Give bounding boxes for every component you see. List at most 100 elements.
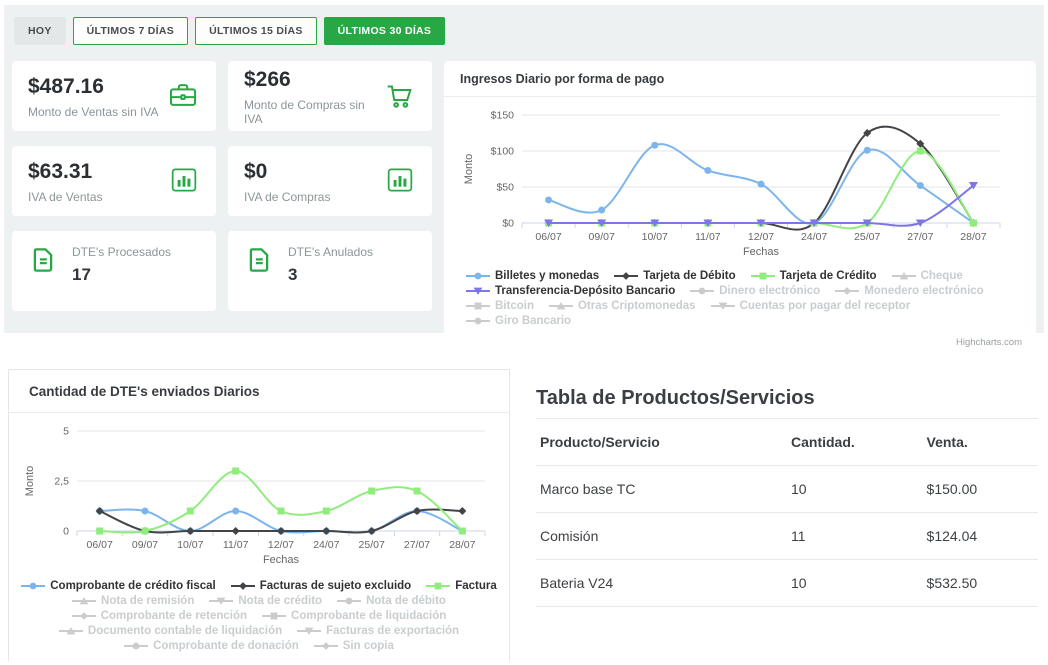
legend-item[interactable]: Bitcoin (466, 300, 534, 312)
svg-text:25/07: 25/07 (359, 539, 385, 551)
legend-item[interactable]: Documento contable de liquidación (59, 625, 282, 637)
legend-item[interactable]: Nota de remisión (72, 595, 194, 607)
legend-item-label: Comprobante de retención (101, 610, 247, 622)
svg-text:$150: $150 (491, 110, 515, 122)
dte-line-chart[interactable]: 02,5506/0709/0710/0711/0712/0724/0725/07… (9, 413, 509, 576)
svg-text:27/07: 27/07 (907, 231, 933, 243)
legend-marker-icon (59, 626, 83, 636)
filter-button-7-dias[interactable]: ÚLTIMOS 7 DÍAS (73, 17, 188, 45)
legend-item[interactable]: Tarjeta de Débito (614, 270, 735, 282)
legend-item[interactable]: Facturas de sujeto excluido (231, 580, 411, 592)
svg-text:11/07: 11/07 (223, 539, 249, 551)
legend-item-label: Facturas de sujeto excluido (260, 580, 411, 592)
legend-marker-icon (549, 301, 573, 311)
legend-item[interactable]: Cuentas por pagar del receptor (711, 300, 911, 312)
legend-item-label: Tarjeta de Débito (643, 270, 735, 282)
legend-item-label: Billetes y monedas (495, 270, 599, 282)
dte-label-anulados: DTE's Anulados (288, 245, 373, 259)
document-icon (28, 245, 58, 280)
legend-item-label: Comprobante de crédito fiscal (50, 580, 216, 592)
legend-item[interactable]: Facturas de exportación (297, 625, 459, 637)
legend-item-label: Cuentas por pagar del receptor (740, 300, 911, 312)
legend-item[interactable]: Comprobante de liquidación (262, 610, 446, 622)
kpi-label-iva-compras: IVA de Compras (244, 190, 330, 204)
legend-item[interactable]: Comprobante de donación (124, 640, 299, 652)
table-cell: Bateria V24 (536, 560, 787, 607)
dte-value-procesados: 17 (72, 265, 171, 285)
legend-item[interactable]: Billetes y monedas (466, 270, 599, 282)
legend-item[interactable]: Otras Criptomonedas (549, 300, 696, 312)
dte-chart-legend: Comprobante de crédito fiscal Facturas de… (9, 576, 509, 656)
legend-marker-icon (466, 286, 490, 296)
legend-item[interactable]: Transferencia-Depósito Bancario (466, 285, 675, 297)
legend-item[interactable]: Comprobante de retención (72, 610, 247, 622)
svg-text:28/07: 28/07 (449, 539, 475, 551)
legend-marker-icon (466, 301, 490, 311)
legend-marker-icon (337, 596, 361, 606)
products-table: Producto/ServicioCantidad.Venta. Marco b… (536, 418, 1038, 607)
svg-text:$50: $50 (496, 182, 514, 194)
legend-item-label: Tarjeta de Crédito (780, 270, 877, 282)
legend-marker-icon (262, 611, 286, 621)
svg-text:24/07: 24/07 (313, 539, 339, 551)
legend-marker-icon (209, 596, 233, 606)
filter-button-15-dias[interactable]: ÚLTIMOS 15 DÍAS (195, 17, 317, 45)
svg-text:28/07: 28/07 (960, 231, 986, 243)
legend-marker-icon (466, 271, 490, 281)
svg-text:0: 0 (63, 526, 69, 538)
table-row: Bateria V2410$532.50 (536, 560, 1038, 607)
svg-text:11/07: 11/07 (695, 231, 721, 243)
svg-text:12/07: 12/07 (268, 539, 294, 551)
svg-text:12/07: 12/07 (748, 231, 774, 243)
dte-chart-title: Cantidad de DTE's enviados Diarios (9, 370, 509, 413)
payment-chart-title: Ingresos Diario por forma de pago (444, 61, 1036, 97)
svg-text:09/07: 09/07 (589, 231, 615, 243)
legend-item[interactable]: Nota de débito (337, 595, 446, 607)
legend-item[interactable]: Comprobante de crédito fiscal (21, 580, 216, 592)
table-cell: 10 (787, 560, 923, 607)
filter-button-30-dias[interactable]: ÚLTIMOS 30 DÍAS (324, 17, 446, 45)
kpi-card-iva-ventas: $63.31 IVA de Ventas (12, 146, 216, 216)
legend-item[interactable]: Giro Bancario (466, 315, 571, 327)
svg-text:5: 5 (63, 426, 69, 438)
svg-text:27/07: 27/07 (404, 539, 430, 551)
svg-text:09/07: 09/07 (132, 539, 158, 551)
legend-item[interactable]: Monedero electrónico (835, 285, 984, 297)
kpi-card-compras: $266 Monto de Compras sin IVA (228, 61, 432, 131)
legend-marker-icon (72, 596, 96, 606)
svg-text:10/07: 10/07 (642, 231, 668, 243)
legend-item-label: Otras Criptomonedas (578, 300, 696, 312)
svg-text:Fechas: Fechas (263, 554, 300, 566)
legend-item[interactable]: Nota de crédito (209, 595, 322, 607)
legend-item[interactable]: Cheque (892, 270, 963, 282)
legend-item[interactable]: Dinero electrónico (690, 285, 820, 297)
svg-text:06/07: 06/07 (87, 539, 113, 551)
payment-line-chart[interactable]: $0$50$100$15006/0709/0710/0711/0712/0724… (444, 97, 1036, 268)
table-row: Marco base TC10$150.00 (536, 466, 1038, 513)
highcharts-credit[interactable]: Highcharts.com (444, 329, 1036, 356)
table-cell: Marco base TC (536, 466, 787, 513)
summary-section: HOY ÚLTIMOS 7 DÍAS ÚLTIMOS 15 DÍAS ÚLTIM… (4, 5, 1044, 333)
table-cell: $532.50 (923, 560, 1038, 607)
legend-marker-icon (231, 581, 255, 591)
legend-item[interactable]: Sin copia (314, 640, 394, 652)
chart-svg: 02,5506/0709/0710/0711/0712/0724/0725/07… (19, 419, 497, 571)
table-cell: $124.04 (923, 513, 1038, 560)
payment-chart-legend: Billetes y monedas Tarjeta de Débito Tarje… (444, 268, 1036, 329)
legend-marker-icon (835, 286, 859, 296)
legend-item[interactable]: Tarjeta de Crédito (751, 270, 877, 282)
filter-button-hoy[interactable]: HOY (14, 17, 66, 45)
kpi-value-iva-compras: $0 (244, 160, 330, 183)
dte-value-anulados: 3 (288, 265, 373, 285)
legend-item-label: Nota de remisión (101, 595, 194, 607)
legend-item-label: Facturas de exportación (326, 625, 459, 637)
legend-marker-icon (314, 641, 338, 651)
legend-item[interactable]: Factura (426, 580, 497, 592)
legend-item-label: Sin copia (343, 640, 394, 652)
legend-marker-icon (124, 641, 148, 651)
document-icon (244, 245, 274, 280)
kpi-value-compras: $266 (244, 68, 382, 91)
kpi-card-ventas: $487.16 Monto de Ventas sin IVA (12, 61, 216, 131)
chart-svg: $0$50$100$15006/0709/0710/0711/0712/0724… (458, 105, 1014, 263)
kpi-label-ventas: Monto de Ventas sin IVA (28, 105, 159, 119)
